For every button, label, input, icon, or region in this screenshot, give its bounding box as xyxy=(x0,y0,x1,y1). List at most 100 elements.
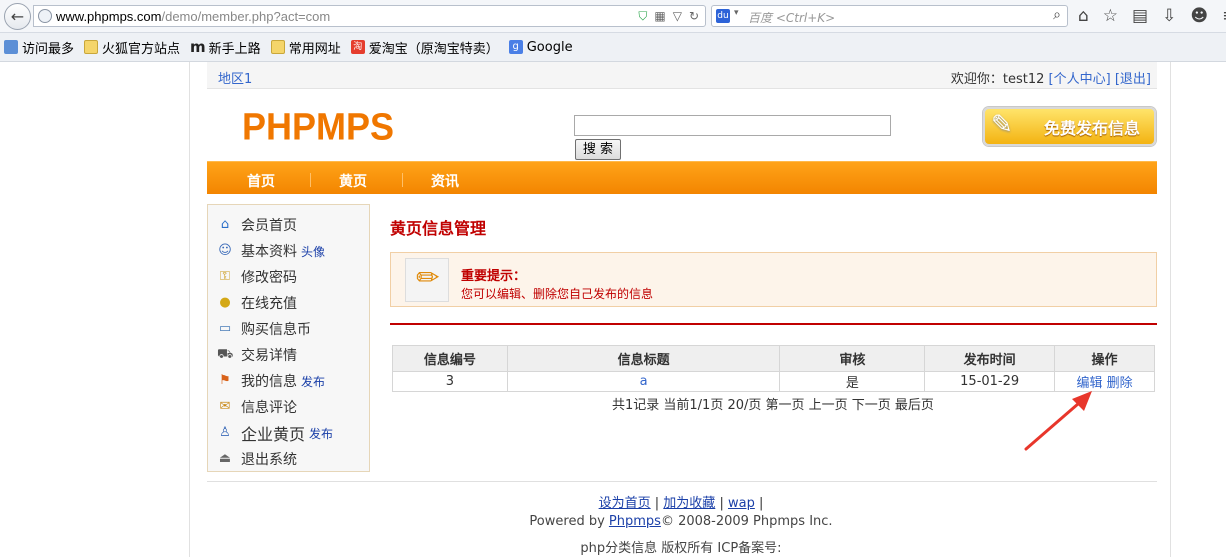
sidebar-item-profile[interactable]: ☺ 基本资料 头像 xyxy=(217,240,325,262)
region-link[interactable]: 地区1 xyxy=(218,68,252,87)
sidebar-item-transactions[interactable]: ⛟ 交易详情 xyxy=(217,344,297,366)
pencil-icon: ✏ xyxy=(416,261,440,294)
header-date: 发布时间 xyxy=(924,345,1056,372)
pagination[interactable]: 共1记录 当前1/1页 20/页 第一页 上一页 下一页 最后页 xyxy=(612,394,934,413)
site-logo[interactable]: PHPMPS xyxy=(242,105,394,149)
browser-toolbar: ← www.phpmps.com/demo/member.php?act=com… xyxy=(0,0,1226,33)
reload-icon[interactable]: ↻ xyxy=(689,9,699,24)
header-audit: 审核 xyxy=(779,345,926,372)
home-icon[interactable]: ⌂ xyxy=(1078,6,1089,26)
notice-image: ✏ xyxy=(405,258,449,302)
footer-powered: Powered by Phpmps© 2008-2009 Phpmps Inc. xyxy=(529,514,833,529)
taobao-icon: 淘 xyxy=(350,40,365,54)
google-icon: g xyxy=(508,40,523,54)
cell-id: 3 xyxy=(392,371,508,392)
post-info-link[interactable]: 发布 xyxy=(301,373,325,390)
delete-link[interactable]: 删除 xyxy=(1107,376,1133,391)
main-nav: 首页 黄页 资讯 xyxy=(207,161,1157,194)
sidebar-item-company-pages[interactable]: ♙ 企业黄页 发布 xyxy=(217,422,333,444)
cell-title: a xyxy=(506,371,781,392)
download-icon[interactable]: ⇩ xyxy=(1162,6,1176,26)
bookmark-getting-started[interactable]: m 新手上路 xyxy=(190,38,261,57)
menu-icon[interactable]: ≡ xyxy=(1222,6,1226,26)
home-icon: ⌂ xyxy=(220,217,230,232)
comment-icon: ✉ xyxy=(219,399,231,414)
footer-links: 设为首页 | 加为收藏 | wap | xyxy=(190,492,1172,511)
folder-icon xyxy=(84,40,99,54)
wap-link[interactable]: wap xyxy=(728,496,755,511)
baidu-icon[interactable]: du xyxy=(716,9,730,23)
shield-icon[interactable]: ⛉ xyxy=(638,9,647,24)
page-title: 黄页信息管理 xyxy=(390,219,487,238)
account-icon[interactable]: ☻ xyxy=(1190,6,1208,26)
star-icon[interactable]: ☆ xyxy=(1103,6,1118,26)
header-actions: 操作 xyxy=(1054,345,1155,372)
pen-icon: ✎ xyxy=(991,110,1013,140)
sidebar-item-recharge[interactable]: ● 在线充值 xyxy=(217,292,297,314)
title-link[interactable]: a xyxy=(640,374,648,389)
bookmarks-bar: 访问最多 火狐官方站点 m 新手上路 常用网址 淘爱淘宝（原淘宝特卖） g Goog… xyxy=(0,33,1226,62)
avatar-link[interactable]: 头像 xyxy=(301,243,325,260)
cell-audit: 是 xyxy=(779,371,926,392)
address-bar[interactable]: www.phpmps.com/demo/member.php?act=com ⛉… xyxy=(33,5,706,27)
reading-list-icon[interactable]: ▤ xyxy=(1132,6,1148,26)
sidebar-item-change-password[interactable]: ⚿ 修改密码 xyxy=(217,266,297,288)
m-logo-icon: m xyxy=(190,38,206,56)
separator: | xyxy=(719,496,724,511)
user-icon: ☺ xyxy=(218,243,232,258)
table-header-row: 信息编号 信息标题 审核 发布时间 操作 xyxy=(392,345,1155,372)
sidebar-item-member-home[interactable]: ⌂ 会员首页 xyxy=(217,214,297,236)
separator: | xyxy=(758,496,764,511)
nav-yellow-pages[interactable]: 黄页 xyxy=(339,171,367,191)
bookmark-google[interactable]: g Google xyxy=(508,40,573,55)
footer-divider xyxy=(207,481,1157,482)
post-company-link[interactable]: 发布 xyxy=(309,425,333,442)
bookmark-taobao[interactable]: 淘爱淘宝（原淘宝特卖） xyxy=(350,38,499,57)
header-id: 信息编号 xyxy=(392,345,508,372)
cart-icon: ⛟ xyxy=(217,347,234,362)
company-icon: ♙ xyxy=(219,425,231,440)
bookmark-common-sites[interactable]: 常用网址 xyxy=(270,38,341,57)
browser-search-bar[interactable]: du ▾ 百度 <Ctrl+K> ⌕ xyxy=(711,5,1068,27)
key-icon: ⚿ xyxy=(220,269,230,284)
set-home-link[interactable]: 设为首页 xyxy=(599,496,651,511)
nav-home[interactable]: 首页 xyxy=(247,171,275,191)
back-arrow-icon[interactable]: ← xyxy=(4,3,31,30)
logout-link[interactable]: [退出] xyxy=(1115,72,1151,87)
welcome-area: 欢迎你：test12 [个人中心] [退出] xyxy=(951,68,1151,87)
nav-divider xyxy=(310,173,311,187)
user-center-link[interactable]: [个人中心] xyxy=(1049,72,1111,87)
search-icon[interactable]: ⌕ xyxy=(1053,7,1061,23)
coins-icon: ● xyxy=(219,295,231,310)
exit-icon: ⏏ xyxy=(218,451,232,466)
separator: | xyxy=(654,496,660,511)
folder-icon xyxy=(270,40,285,54)
history-icon xyxy=(4,40,18,54)
header-title: 信息标题 xyxy=(506,345,781,372)
flag-icon: ⚑ xyxy=(219,373,231,388)
bookmark-firefox-site[interactable]: 火狐官方站点 xyxy=(84,38,180,57)
bookmark-most-visited[interactable]: 访问最多 xyxy=(4,38,74,57)
chevron-down-icon[interactable]: ▾ xyxy=(734,8,739,18)
qr-code-icon[interactable]: ▦ xyxy=(654,9,665,24)
dropdown-icon[interactable]: ▽ xyxy=(673,9,682,24)
free-post-button[interactable]: ✎ 免费发布信息 xyxy=(983,107,1156,146)
divider xyxy=(390,323,1157,325)
site-search-button[interactable]: 搜 索 xyxy=(575,139,621,160)
top-bar: 地区1 欢迎你：test12 [个人中心] [退出] xyxy=(207,62,1157,89)
notice-title: 重要提示： xyxy=(461,269,527,284)
card-icon: ▭ xyxy=(218,321,232,336)
sidebar-item-comments[interactable]: ✉ 信息评论 xyxy=(217,396,297,418)
notice-box: ✏ 重要提示： 您可以编辑、删除您自己发布的信息 xyxy=(390,252,1157,307)
search-placeholder: 百度 <Ctrl+K> xyxy=(748,11,836,25)
annotation-arrow xyxy=(1024,391,1092,451)
sidebar-item-my-info[interactable]: ⚑ 我的信息 发布 xyxy=(217,370,325,392)
phpmps-link[interactable]: Phpmps xyxy=(609,514,661,529)
sidebar-item-logout[interactable]: ⏏ 退出系统 xyxy=(217,448,297,470)
site-search-input[interactable] xyxy=(574,115,891,136)
add-favorite-link[interactable]: 加为收藏 xyxy=(663,496,715,511)
nav-news[interactable]: 资讯 xyxy=(431,171,459,191)
welcome-text: 欢迎你：test12 xyxy=(950,72,1045,87)
footer-icp: php分类信息 版权所有 ICP备案号: xyxy=(580,541,782,556)
sidebar-item-buy-coins[interactable]: ▭ 购买信息币 xyxy=(217,318,311,340)
